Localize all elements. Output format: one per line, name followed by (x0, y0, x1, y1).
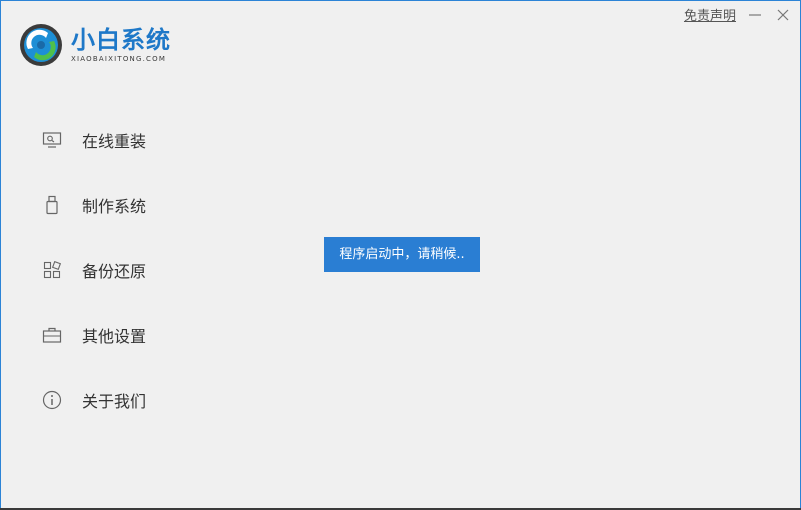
sidebar-item-online-reinstall[interactable]: 在线重装 (41, 107, 241, 172)
titlebar-controls: 免责声明 (684, 5, 792, 24)
sidebar-item-label: 其他设置 (82, 326, 147, 346)
sidebar-item-backup-restore[interactable]: 备份还原 (41, 237, 241, 302)
close-button[interactable] (774, 6, 792, 24)
loading-toast: 程序启动中，请稍候.. (324, 237, 480, 272)
sidebar-nav: 在线重装 制作系统 备份还原 其他设置 关于我们 (41, 107, 241, 432)
sidebar-item-label: 制作系统 (82, 196, 147, 216)
close-icon (777, 9, 789, 20)
disclaimer-link[interactable]: 免责声明 (684, 5, 736, 24)
sidebar-item-other-settings[interactable]: 其他设置 (41, 302, 241, 367)
sidebar-item-about-us[interactable]: 关于我们 (41, 367, 241, 432)
sidebar-item-label: 备份还原 (82, 261, 147, 281)
app-subtitle: XIAOBAIXITONG.COM (71, 55, 167, 63)
minimize-button[interactable] (746, 6, 764, 24)
sidebar-item-make-system[interactable]: 制作系统 (41, 172, 241, 237)
info-icon (41, 389, 63, 411)
grid-restore-icon (41, 259, 63, 281)
minimize-icon (749, 13, 761, 16)
app-window: 免责声明 小白系统 XIAOBAIXITONG.COM 在线重装 制作系统 备份… (0, 0, 801, 510)
sidebar-item-label: 在线重装 (82, 131, 147, 151)
monitor-icon (41, 129, 63, 151)
sidebar-item-label: 关于我们 (82, 391, 147, 411)
logo-mark-icon (20, 24, 62, 66)
briefcase-icon (41, 324, 63, 346)
app-title: 小白系统 (71, 26, 171, 54)
usb-drive-icon (41, 194, 63, 216)
app-logo: 小白系统 XIAOBAIXITONG.COM (19, 23, 171, 67)
